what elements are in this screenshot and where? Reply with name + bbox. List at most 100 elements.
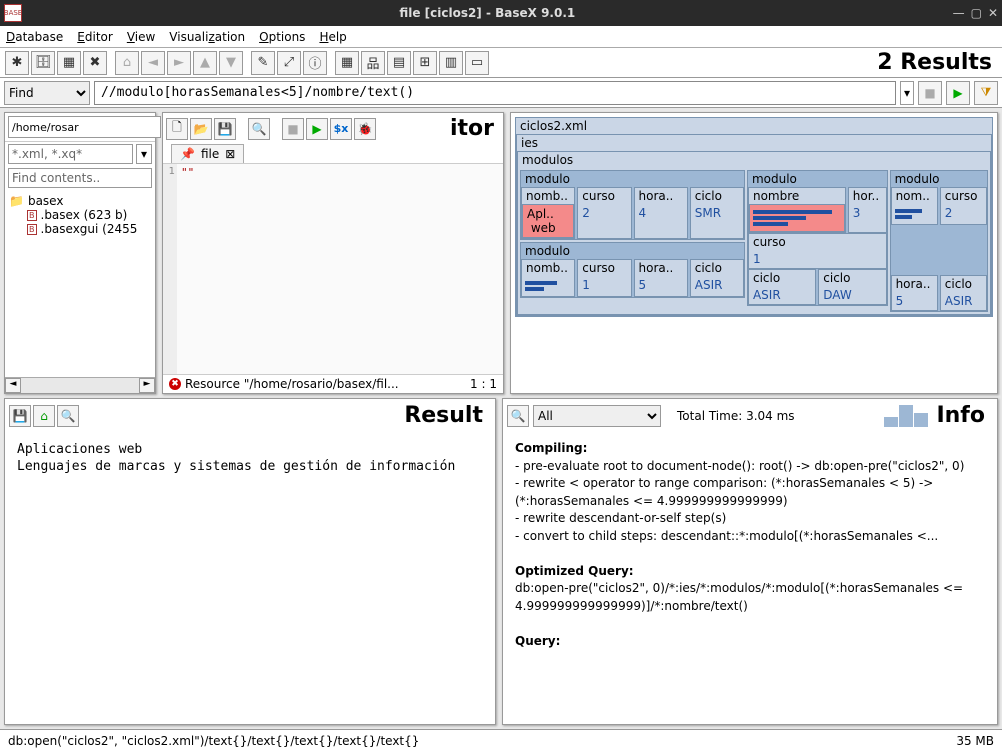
status-text: Resource "/home/rosario/basex/fil...: [185, 377, 399, 391]
search-mode-select[interactable]: Find: [4, 81, 90, 105]
optimized-query-text: db:open-pre("ciclos2", 0)/*:ies/*:modulo…: [515, 581, 967, 613]
results-count: 2 Results: [877, 50, 992, 75]
tree-view-icon[interactable]: 品: [361, 51, 385, 75]
info-filter-select[interactable]: All: [533, 405, 661, 427]
visualization-panel: ciclos2.xml ies modulos modulo nomb..Apl…: [510, 112, 998, 394]
expand-icon[interactable]: ⤢: [277, 51, 301, 75]
menu-database[interactable]: Database: [6, 30, 63, 44]
menu-view[interactable]: View: [127, 30, 155, 44]
grid-icon[interactable]: ▦: [57, 51, 81, 75]
timeline-bars: [884, 405, 928, 427]
plot-view-icon[interactable]: ⊞: [413, 51, 437, 75]
stop-icon[interactable]: ■: [918, 81, 942, 105]
toolbar: ✱ 🗄 ▦ ✖ ⌂ ◄ ► ▲ ▼ ✎ ⤢ ⓘ ▦ 品 ▤ ⊞ ▥ ▭ 2 Re…: [0, 48, 1002, 78]
var-icon[interactable]: $x: [330, 118, 352, 140]
optimized-query-heading: Optimized Query:: [515, 564, 634, 578]
editor-title: itor: [378, 116, 500, 141]
new-file-icon[interactable]: 🗋: [166, 118, 188, 140]
status-bar: db:open("ciclos2", "ciclos2.xml")/text{}…: [0, 729, 1002, 751]
file-browser-panel: ⬆ 📂 ▾ 📁basex B.basex (623 b) B.basexgui …: [4, 112, 156, 394]
file-filter-input[interactable]: [8, 144, 133, 164]
info-icon[interactable]: ⓘ: [303, 51, 327, 75]
file-item[interactable]: B .basex (623 b): [27, 208, 151, 222]
minimize-button[interactable]: —: [953, 6, 965, 20]
menu-editor[interactable]: Editor: [77, 30, 113, 44]
open-file-icon[interactable]: 📂: [190, 118, 212, 140]
error-icon: ✖: [169, 378, 181, 390]
query-heading: Query:: [515, 634, 560, 648]
editor-gutter: 1: [163, 164, 177, 374]
save-result-icon[interactable]: 💾: [9, 405, 31, 427]
stop2-icon[interactable]: ■: [282, 118, 304, 140]
file-label: .basex (623 b): [41, 208, 128, 222]
filter-icon[interactable]: ⧩: [974, 81, 998, 105]
result-body[interactable]: Aplicaciones web Lenguajes de marcas y s…: [5, 432, 495, 724]
open-db-icon[interactable]: 🗄: [31, 51, 55, 75]
viz-root[interactable]: ciclos2.xml ies modulos modulo nomb..Apl…: [515, 117, 993, 317]
menu-help[interactable]: Help: [319, 30, 346, 44]
home-result-icon[interactable]: ⌂: [33, 405, 55, 427]
file-icon: B: [27, 224, 37, 235]
table-view-icon[interactable]: ▦: [335, 51, 359, 75]
total-time: Total Time: 3.04 ms: [677, 409, 795, 423]
folder-icon: 📁: [9, 194, 24, 208]
file-icon: B: [27, 210, 37, 221]
history-dropdown-icon[interactable]: ▾: [900, 81, 914, 105]
path-input[interactable]: [8, 116, 161, 138]
searchbar: Find ▾ ■ ▶ ⧩: [0, 78, 1002, 108]
explorer-icon[interactable]: ▥: [439, 51, 463, 75]
map-view-icon[interactable]: ▤: [387, 51, 411, 75]
maximize-button[interactable]: ▢: [971, 6, 982, 20]
search-info-icon[interactable]: 🔍: [507, 405, 529, 427]
run-editor-icon[interactable]: ▶: [306, 118, 328, 140]
compiling-text: - pre-evaluate root to document-node(): …: [515, 459, 964, 543]
menu-visualization[interactable]: Visualization: [169, 30, 245, 44]
info-title: Info: [936, 403, 993, 428]
back-icon[interactable]: ◄: [141, 51, 165, 75]
filter-dropdown-icon[interactable]: ▾: [136, 144, 152, 164]
file-label: .basexgui (2455: [41, 222, 138, 236]
titlebar: BASE file [ciclos2] - BaseX 9.0.1 — ▢ ✕: [0, 0, 1002, 26]
close-button[interactable]: ✕: [988, 6, 998, 20]
file-item[interactable]: B .basexgui (2455: [27, 222, 151, 236]
result-title: Result: [81, 403, 491, 428]
menu-options[interactable]: Options: [259, 30, 305, 44]
folder-label: basex: [28, 194, 64, 208]
query-input[interactable]: [94, 81, 896, 105]
editor-tab[interactable]: 📌 file ⊠: [171, 144, 244, 163]
find-contents-input[interactable]: [8, 168, 152, 188]
editor-text[interactable]: "": [177, 164, 503, 374]
compiling-heading: Compiling:: [515, 441, 587, 455]
editor-status: ✖ Resource "/home/rosario/basex/fil... 1…: [163, 374, 503, 393]
tab-label: file: [201, 147, 219, 161]
search-in-editor-icon[interactable]: 🔍: [248, 118, 270, 140]
editor-body[interactable]: 1 "": [163, 164, 503, 374]
run-icon[interactable]: ▶: [946, 81, 970, 105]
save-file-icon[interactable]: 💾: [214, 118, 236, 140]
window-title: file [ciclos2] - BaseX 9.0.1: [22, 6, 953, 20]
info-body[interactable]: Compiling: - pre-evaluate root to docume…: [503, 432, 997, 724]
new-db-icon[interactable]: ✱: [5, 51, 29, 75]
home-icon[interactable]: ⌂: [115, 51, 139, 75]
close-db-icon[interactable]: ✖: [83, 51, 107, 75]
pin-icon: 📌: [180, 147, 195, 161]
info-panel: 🔍 All Total Time: 3.04 ms Info Compiling…: [502, 398, 998, 725]
forward-icon[interactable]: ►: [167, 51, 191, 75]
menubar: Database Editor View Visualization Optio…: [0, 26, 1002, 48]
up-icon[interactable]: ▲: [193, 51, 217, 75]
text-view-icon[interactable]: ▭: [465, 51, 489, 75]
debug-icon[interactable]: 🐞: [354, 118, 376, 140]
editor-panel: 🗋 📂 💾 🔍 ■ ▶ $x 🐞 itor 📌 file ⊠: [162, 112, 504, 394]
edit-icon[interactable]: ✎: [251, 51, 275, 75]
close-tab-icon[interactable]: ⊠: [225, 147, 235, 161]
cursor-pos: 1 : 1: [470, 377, 497, 391]
app-icon: BASE: [4, 4, 22, 22]
memory-usage: 35 MB: [956, 734, 994, 748]
horizontal-scrollbar[interactable]: ◄►: [5, 377, 155, 393]
result-panel: 💾 ⌂ 🔍 Result Aplicaciones web Lenguajes …: [4, 398, 496, 725]
search-result-icon[interactable]: 🔍: [57, 405, 79, 427]
file-tree: 📁 basex B .basex (623 b) B .basexgui (2455: [5, 190, 155, 377]
status-path: db:open("ciclos2", "ciclos2.xml")/text{}…: [8, 734, 419, 748]
down-icon[interactable]: ▼: [219, 51, 243, 75]
folder-item[interactable]: 📁 basex: [9, 194, 151, 208]
